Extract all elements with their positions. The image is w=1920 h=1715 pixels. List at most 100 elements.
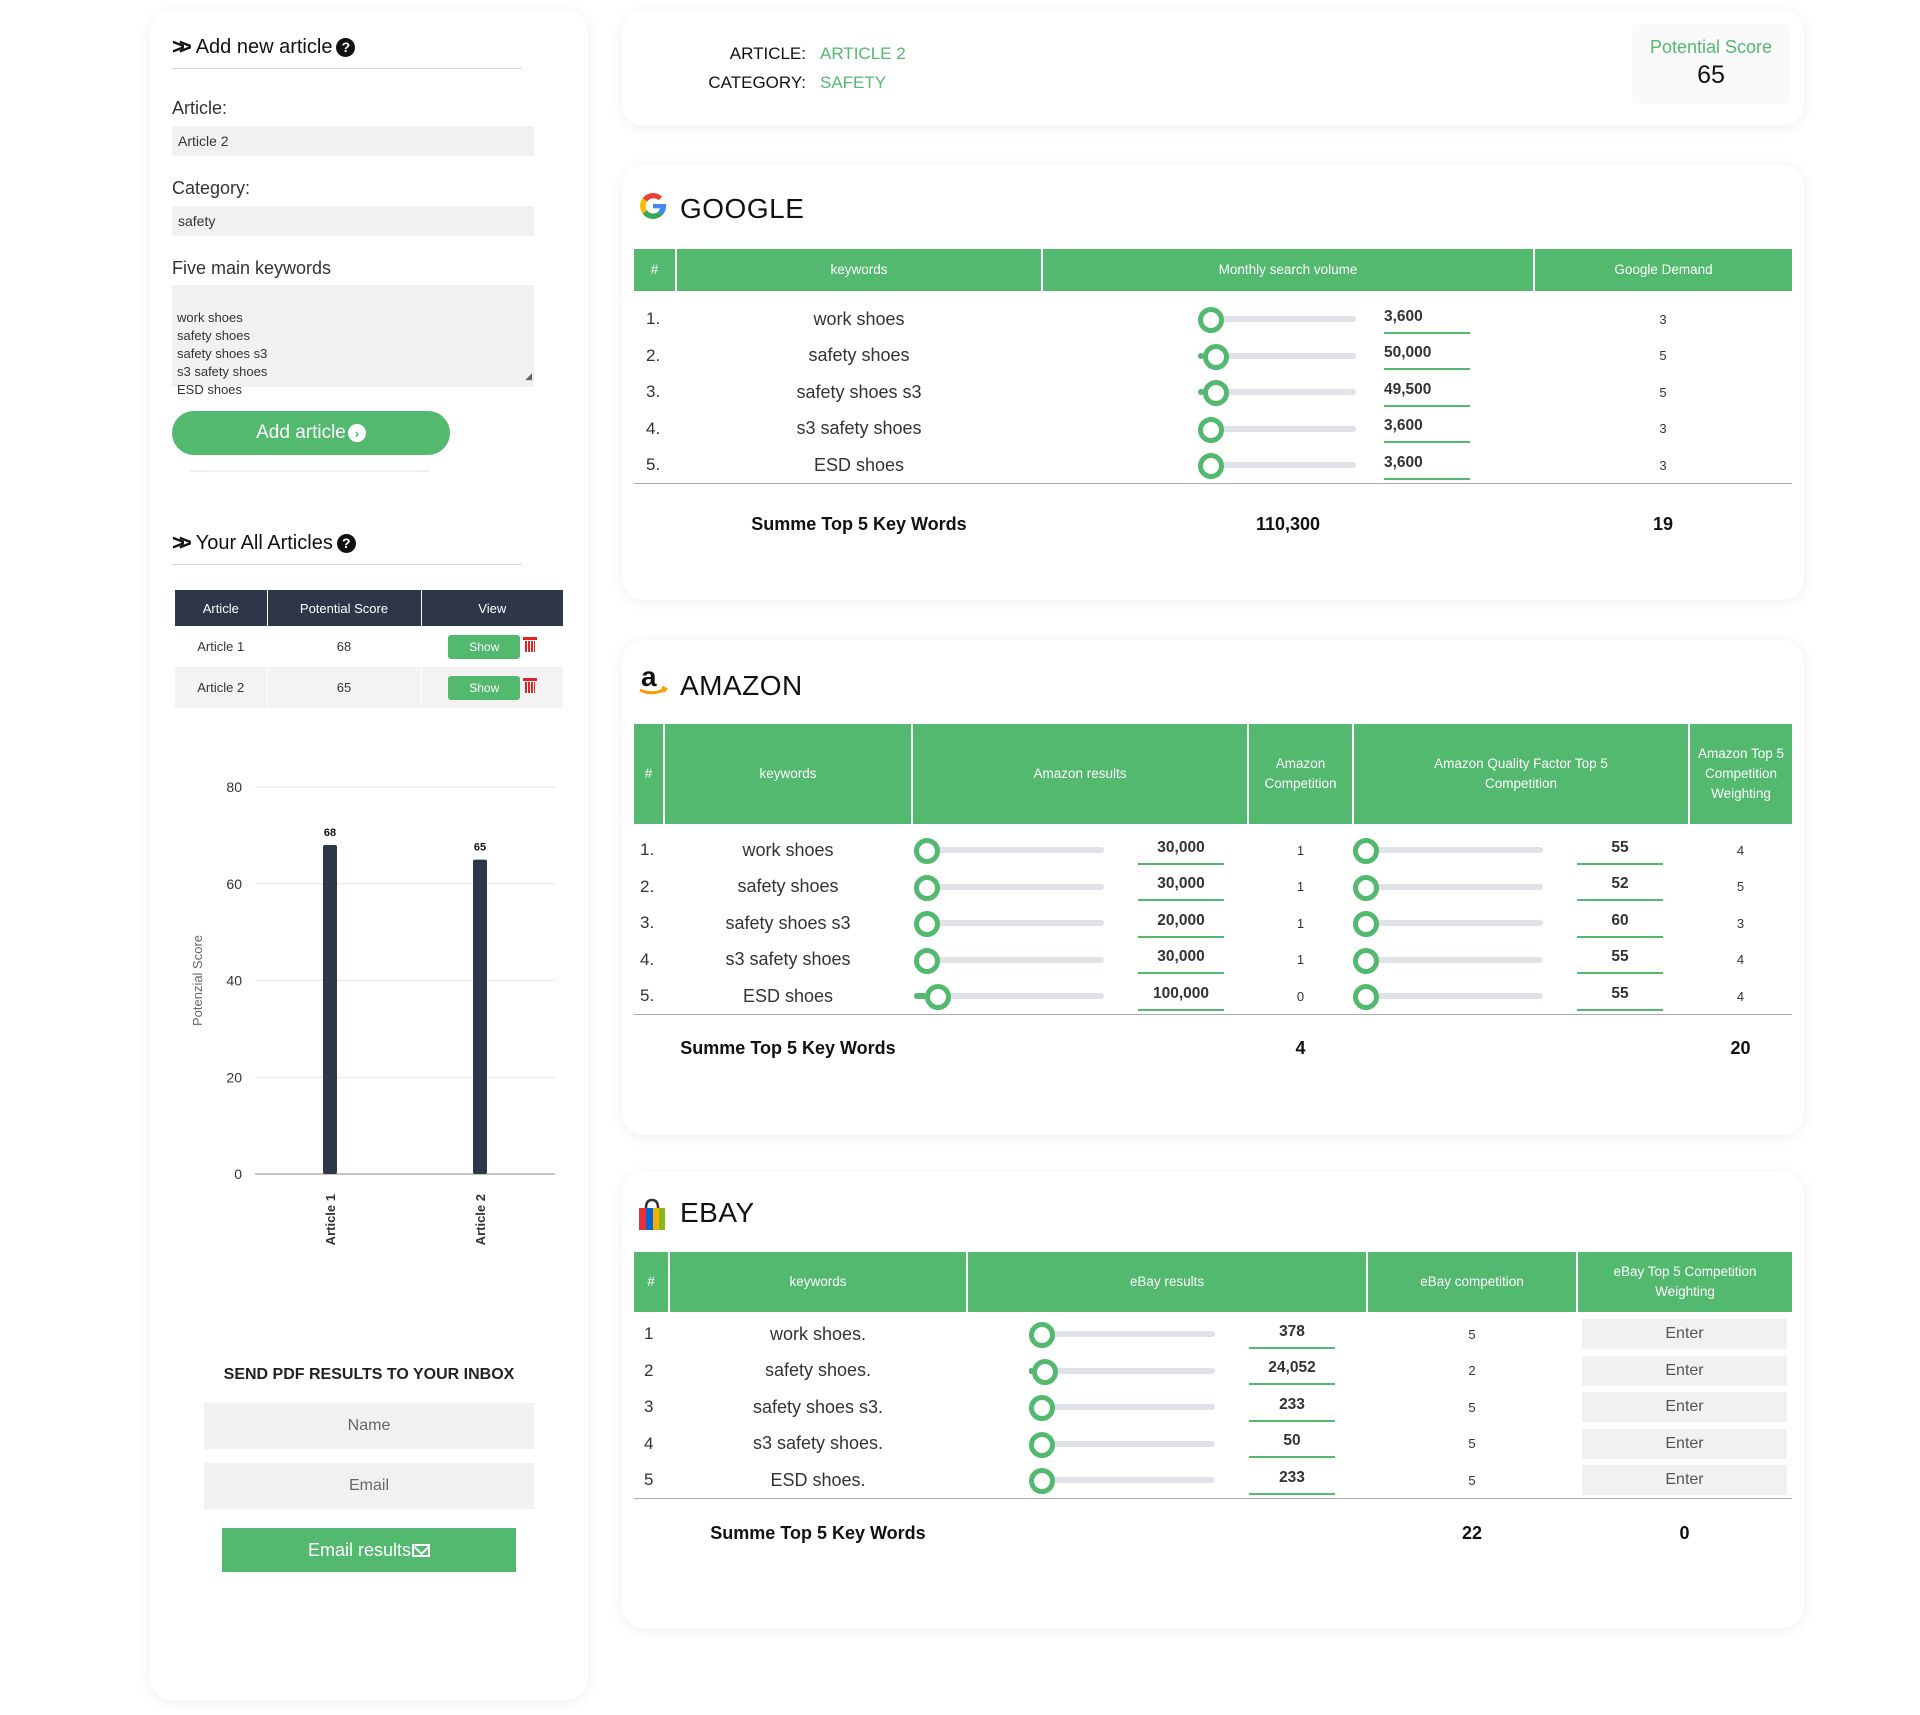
slider-track xyxy=(1353,993,1543,999)
results-slider[interactable] xyxy=(914,874,1104,901)
slider-track xyxy=(914,956,1104,963)
quality-value[interactable]: 55 xyxy=(1577,985,1663,1011)
quality-slider[interactable] xyxy=(1353,984,1543,1010)
show-button[interactable]: Show xyxy=(448,634,521,659)
results-slider[interactable] xyxy=(914,947,1104,974)
slider-knob[interactable] xyxy=(1353,947,1379,974)
sum-competition: 22 xyxy=(1367,1498,1577,1569)
volume-slider[interactable] xyxy=(1198,380,1356,407)
quality-value[interactable]: 55 xyxy=(1577,948,1663,975)
slider-knob[interactable] xyxy=(914,838,940,865)
trash-icon[interactable] xyxy=(523,677,538,693)
slider-knob[interactable] xyxy=(1198,453,1224,479)
slider-knob[interactable] xyxy=(914,911,940,938)
quality-value[interactable]: 52 xyxy=(1577,875,1663,902)
trash-icon[interactable] xyxy=(523,636,538,652)
bar xyxy=(323,845,337,1174)
volume-value[interactable]: 3,600 xyxy=(1384,417,1470,444)
results-value[interactable]: 50 xyxy=(1249,1432,1335,1459)
quality-value[interactable]: 55 xyxy=(1577,839,1663,865)
category-input[interactable] xyxy=(172,206,534,236)
keyword-cell: s3 safety shoes. xyxy=(752,1433,884,1454)
article-value: ARTICLE 2 xyxy=(820,44,906,63)
help-icon[interactable]: ? xyxy=(336,37,356,57)
keyword-cell: safety shoes xyxy=(808,345,910,366)
y-axis-label: Potenzial Score xyxy=(190,935,205,1026)
volume-slider[interactable] xyxy=(1198,416,1356,443)
article-score: 65 xyxy=(267,667,422,708)
slider-knob[interactable] xyxy=(1353,911,1379,938)
volume-slider[interactable] xyxy=(1198,307,1356,334)
add-article-button[interactable]: Add article › xyxy=(172,411,450,455)
slider-knob[interactable] xyxy=(1353,838,1379,865)
results-controls: 20,000 xyxy=(912,909,1248,938)
weighting-input[interactable]: Enter xyxy=(1582,1465,1787,1495)
results-value[interactable]: 30,000 xyxy=(1138,948,1224,975)
results-value[interactable]: 233 xyxy=(1249,1469,1335,1495)
results-slider[interactable] xyxy=(1029,1468,1215,1494)
results-slider[interactable] xyxy=(914,838,1104,865)
slider-knob[interactable] xyxy=(1198,416,1224,443)
weighting-cell: 4 xyxy=(1736,842,1745,858)
results-value[interactable]: 20,000 xyxy=(1138,912,1224,938)
results-value[interactable]: 233 xyxy=(1249,1396,1335,1422)
slider-knob[interactable] xyxy=(1029,1431,1055,1458)
volume-slider[interactable] xyxy=(1198,453,1356,479)
article-input[interactable] xyxy=(172,126,534,156)
results-slider[interactable] xyxy=(1029,1322,1215,1349)
results-value[interactable]: 24,052 xyxy=(1249,1359,1335,1386)
slider-knob[interactable] xyxy=(925,984,952,1010)
slider-knob[interactable] xyxy=(914,874,940,901)
quality-slider[interactable] xyxy=(1353,874,1543,901)
results-value[interactable]: 30,000 xyxy=(1138,875,1224,902)
quality-slider[interactable] xyxy=(1353,911,1543,938)
results-value[interactable]: 100,000 xyxy=(1138,985,1224,1011)
volume-value[interactable]: 3,600 xyxy=(1384,308,1470,334)
volume-slider[interactable] xyxy=(1198,343,1356,370)
results-slider[interactable] xyxy=(1029,1431,1215,1458)
slider-knob[interactable] xyxy=(1029,1322,1055,1349)
weighting-input[interactable]: Enter xyxy=(1582,1355,1787,1386)
results-value[interactable]: 30,000 xyxy=(1138,839,1224,865)
slider-knob[interactable] xyxy=(914,947,940,974)
slider-knob[interactable] xyxy=(1203,343,1230,370)
weighting-input[interactable]: Enter xyxy=(1582,1319,1787,1350)
quality-value[interactable]: 60 xyxy=(1577,912,1663,938)
slider-knob[interactable] xyxy=(1353,874,1379,901)
slider-knob[interactable] xyxy=(1032,1358,1059,1385)
volume-value[interactable]: 50,000 xyxy=(1384,344,1470,371)
results-slider[interactable] xyxy=(914,911,1104,938)
show-button[interactable]: Show xyxy=(448,675,521,700)
volume-controls: 3,600 xyxy=(1042,414,1534,444)
slider-knob[interactable] xyxy=(1203,380,1230,407)
results-slider[interactable] xyxy=(1029,1395,1215,1422)
slider-knob[interactable] xyxy=(1029,1468,1055,1494)
resize-handle-icon[interactable]: ◢ xyxy=(525,367,532,385)
help-icon[interactable]: ? xyxy=(336,533,356,553)
slider-knob[interactable] xyxy=(1353,984,1379,1010)
google-title: GOOGLE xyxy=(680,193,805,224)
results-controls: 30,000 xyxy=(912,872,1248,902)
volume-value[interactable]: 3,600 xyxy=(1384,454,1470,480)
name-input[interactable]: Name xyxy=(204,1403,534,1449)
quality-slider[interactable] xyxy=(1353,838,1543,865)
spacer-row xyxy=(634,291,1792,301)
row-number: 2 xyxy=(644,1360,654,1380)
results-slider[interactable] xyxy=(1029,1358,1215,1385)
volume-value[interactable]: 49,500 xyxy=(1384,381,1470,407)
email-results-button[interactable]: Email results xyxy=(222,1528,516,1572)
results-value-wrap: 50 xyxy=(1249,1429,1335,1459)
results-value[interactable]: 378 xyxy=(1249,1323,1335,1349)
results-slider[interactable] xyxy=(914,984,1104,1010)
weighting-input[interactable]: Enter xyxy=(1582,1428,1787,1459)
amazon-results-cell: 20,000 xyxy=(912,905,1248,942)
slider-knob[interactable] xyxy=(1198,307,1224,334)
slider-track xyxy=(1353,920,1543,927)
keywords-textarea[interactable]: work shoes safety shoes safety shoes s3 … xyxy=(172,285,534,397)
email-input[interactable]: Email xyxy=(204,1463,534,1509)
weighting-input[interactable]: Enter xyxy=(1582,1392,1787,1423)
amazon-results-cell: 30,000 xyxy=(912,942,1248,979)
quality-slider[interactable] xyxy=(1353,947,1543,974)
article-key: ARTICLE: xyxy=(729,44,806,63)
slider-knob[interactable] xyxy=(1029,1395,1055,1422)
